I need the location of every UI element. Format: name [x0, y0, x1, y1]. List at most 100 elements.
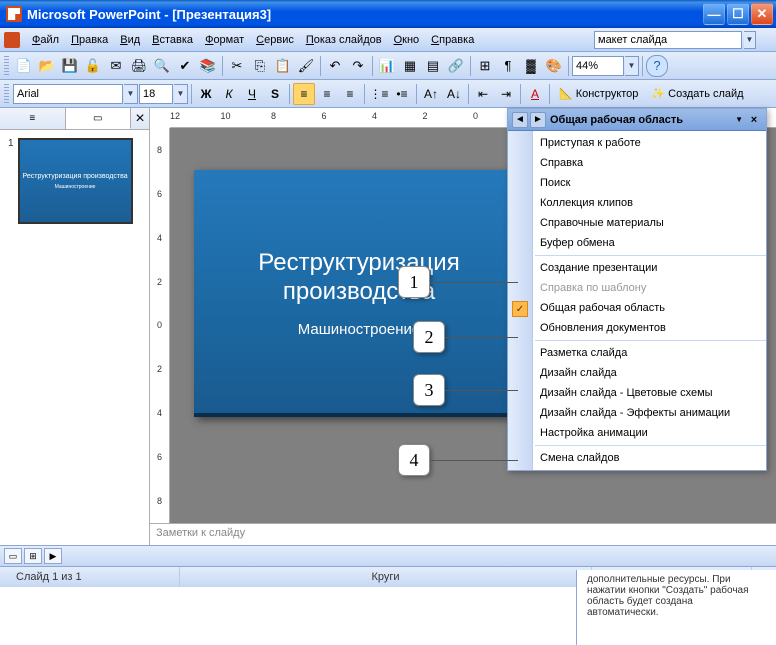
color-icon[interactable]: 🎨	[543, 55, 565, 77]
taskpane-item: Справка по шаблону	[508, 278, 766, 298]
hyperlink-icon[interactable]: 🔗	[445, 55, 467, 77]
taskpane-item[interactable]: Приступая к работе	[508, 133, 766, 153]
minimize-button[interactable]: —	[703, 3, 725, 25]
align-right-button[interactable]: ≡	[339, 83, 361, 105]
font-name-dropdown[interactable]: ▼	[124, 84, 138, 104]
menu-показ слайдов[interactable]: Показ слайдов	[300, 32, 388, 48]
decrease-indent-button[interactable]: ⇤	[472, 83, 494, 105]
taskpane-item[interactable]: Поиск	[508, 173, 766, 193]
zoom-dropdown[interactable]: ▼	[625, 56, 639, 76]
notes-pane[interactable]: Заметки к слайду	[150, 523, 776, 545]
tables-borders-icon[interactable]: ▤	[422, 55, 444, 77]
open-icon[interactable]: 📂	[36, 55, 58, 77]
slide[interactable]: Реструктуризацияпроизводства Машинострое…	[194, 170, 524, 417]
taskpane-header: ◄ ► Общая рабочая область ▼ ×	[508, 109, 766, 131]
taskpane-item[interactable]: Справочные материалы	[508, 213, 766, 233]
permission-icon[interactable]: 🔓	[82, 55, 104, 77]
status-slide: Слайд 1 из 1	[0, 567, 180, 587]
taskpane-item[interactable]: Дизайн слайда	[508, 363, 766, 383]
taskpane-item[interactable]: Настройка анимации	[508, 423, 766, 443]
taskpane-item[interactable]: Дизайн слайда - Эффекты анимации	[508, 403, 766, 423]
sorter-view-button[interactable]: ⊞	[24, 548, 42, 564]
bold-button[interactable]: Ж	[195, 83, 217, 105]
help-search-dropdown[interactable]: ▼	[744, 31, 756, 49]
taskpane-item[interactable]: Создание презентации	[508, 258, 766, 278]
print-icon[interactable]: 🖨	[128, 55, 150, 77]
increase-font-button[interactable]: A↑	[420, 83, 442, 105]
cut-icon[interactable]: ✂	[226, 55, 248, 77]
menu-файл[interactable]: Файл	[26, 32, 65, 48]
vertical-ruler: 864202468	[150, 128, 170, 523]
toolbar-grip[interactable]	[4, 84, 9, 104]
align-center-button[interactable]: ≡	[316, 83, 338, 105]
taskpane-back-button[interactable]: ◄	[512, 112, 528, 128]
new-icon[interactable]: 📄	[13, 55, 35, 77]
help-icon[interactable]: ?	[646, 55, 668, 77]
menu-вставка[interactable]: Вставка	[146, 32, 199, 48]
taskpane-item[interactable]: Коллекция клипов	[508, 193, 766, 213]
font-color-button[interactable]: A	[524, 83, 546, 105]
taskpane-item[interactable]: Смена слайдов	[508, 448, 766, 468]
zoom-box[interactable]: 44%	[572, 56, 624, 76]
taskpane-item[interactable]: Справка	[508, 153, 766, 173]
taskpane-title[interactable]: Общая рабочая область	[550, 114, 732, 126]
undo-icon[interactable]: ↶	[324, 55, 346, 77]
taskpane-item[interactable]: Общая рабочая область✓	[508, 298, 766, 318]
expand-icon[interactable]: ⊞	[474, 55, 496, 77]
save-icon[interactable]: 💾	[59, 55, 81, 77]
callout-3: 3	[413, 374, 445, 406]
normal-view-button[interactable]: ▭	[4, 548, 22, 564]
email-icon[interactable]: ✉	[105, 55, 127, 77]
bullets-button[interactable]: •≡	[391, 83, 413, 105]
menu-сервис[interactable]: Сервис	[250, 32, 300, 48]
paste-icon[interactable]: 📋	[272, 55, 294, 77]
taskpane-forward-button[interactable]: ►	[530, 112, 546, 128]
slides-tab[interactable]: ▭	[66, 108, 132, 129]
show-format-icon[interactable]: ¶	[497, 55, 519, 77]
table-icon[interactable]: ▦	[399, 55, 421, 77]
chart-icon[interactable]: 📊	[376, 55, 398, 77]
font-name-box[interactable]: Arial	[13, 84, 123, 104]
new-slide-button[interactable]: ✨Создать слайд	[645, 83, 749, 105]
panel-close-button[interactable]: ×	[131, 108, 149, 129]
taskpane-item[interactable]: Обновления документов	[508, 318, 766, 338]
taskpane-item[interactable]: Буфер обмена	[508, 233, 766, 253]
preview-icon[interactable]: 🔍	[151, 55, 173, 77]
slideshow-view-button[interactable]: ▶	[44, 548, 62, 564]
underline-button[interactable]: Ч	[241, 83, 263, 105]
align-left-button[interactable]: ≡	[293, 83, 315, 105]
font-size-box[interactable]: 18	[139, 84, 173, 104]
research-icon[interactable]: 📚	[197, 55, 219, 77]
menu-окно[interactable]: Окно	[388, 32, 426, 48]
standard-toolbar: 📄 📂 💾 🔓 ✉ 🖨 🔍 ✔ 📚 ✂ ⎘ 📋 🖌 ↶ ↷ 📊 ▦ ▤ 🔗 ⊞ …	[0, 52, 776, 80]
numbering-button[interactable]: ⋮≡	[368, 83, 390, 105]
spell-icon[interactable]: ✔	[174, 55, 196, 77]
redo-icon[interactable]: ↷	[347, 55, 369, 77]
doc-control-icon[interactable]	[4, 32, 20, 48]
font-size-dropdown[interactable]: ▼	[174, 84, 188, 104]
menu-справка[interactable]: Справка	[425, 32, 480, 48]
help-search-box[interactable]: макет слайда	[594, 31, 742, 49]
toolbar-grip[interactable]	[4, 56, 9, 76]
taskpane-item[interactable]: Дизайн слайда - Цветовые схемы	[508, 383, 766, 403]
copy-icon[interactable]: ⎘	[249, 55, 271, 77]
menu-формат[interactable]: Формат	[199, 32, 250, 48]
taskpane-close-button[interactable]: ×	[746, 112, 762, 128]
slide-subtitle[interactable]: Машиностроение	[298, 321, 420, 338]
menu-правка[interactable]: Правка	[65, 32, 114, 48]
menu-вид[interactable]: Вид	[114, 32, 146, 48]
taskpane-menu: ◄ ► Общая рабочая область ▼ × Приступая …	[507, 108, 767, 471]
taskpane-dropdown-arrow[interactable]: ▼	[735, 115, 743, 124]
close-button[interactable]: ✕	[751, 3, 773, 25]
maximize-button[interactable]: ☐	[727, 3, 749, 25]
format-painter-icon[interactable]: 🖌	[295, 55, 317, 77]
italic-button[interactable]: К	[218, 83, 240, 105]
outline-tab[interactable]: ≡	[0, 108, 66, 129]
taskpane-item[interactable]: Разметка слайда	[508, 343, 766, 363]
decrease-font-button[interactable]: A↓	[443, 83, 465, 105]
grid-icon[interactable]: ▓	[520, 55, 542, 77]
increase-indent-button[interactable]: ⇥	[495, 83, 517, 105]
design-button[interactable]: 📐Конструктор	[553, 83, 644, 105]
shadow-button[interactable]: S	[264, 83, 286, 105]
slide-thumbnail[interactable]: 1 Реструктуризация производства Машиност…	[8, 138, 141, 224]
